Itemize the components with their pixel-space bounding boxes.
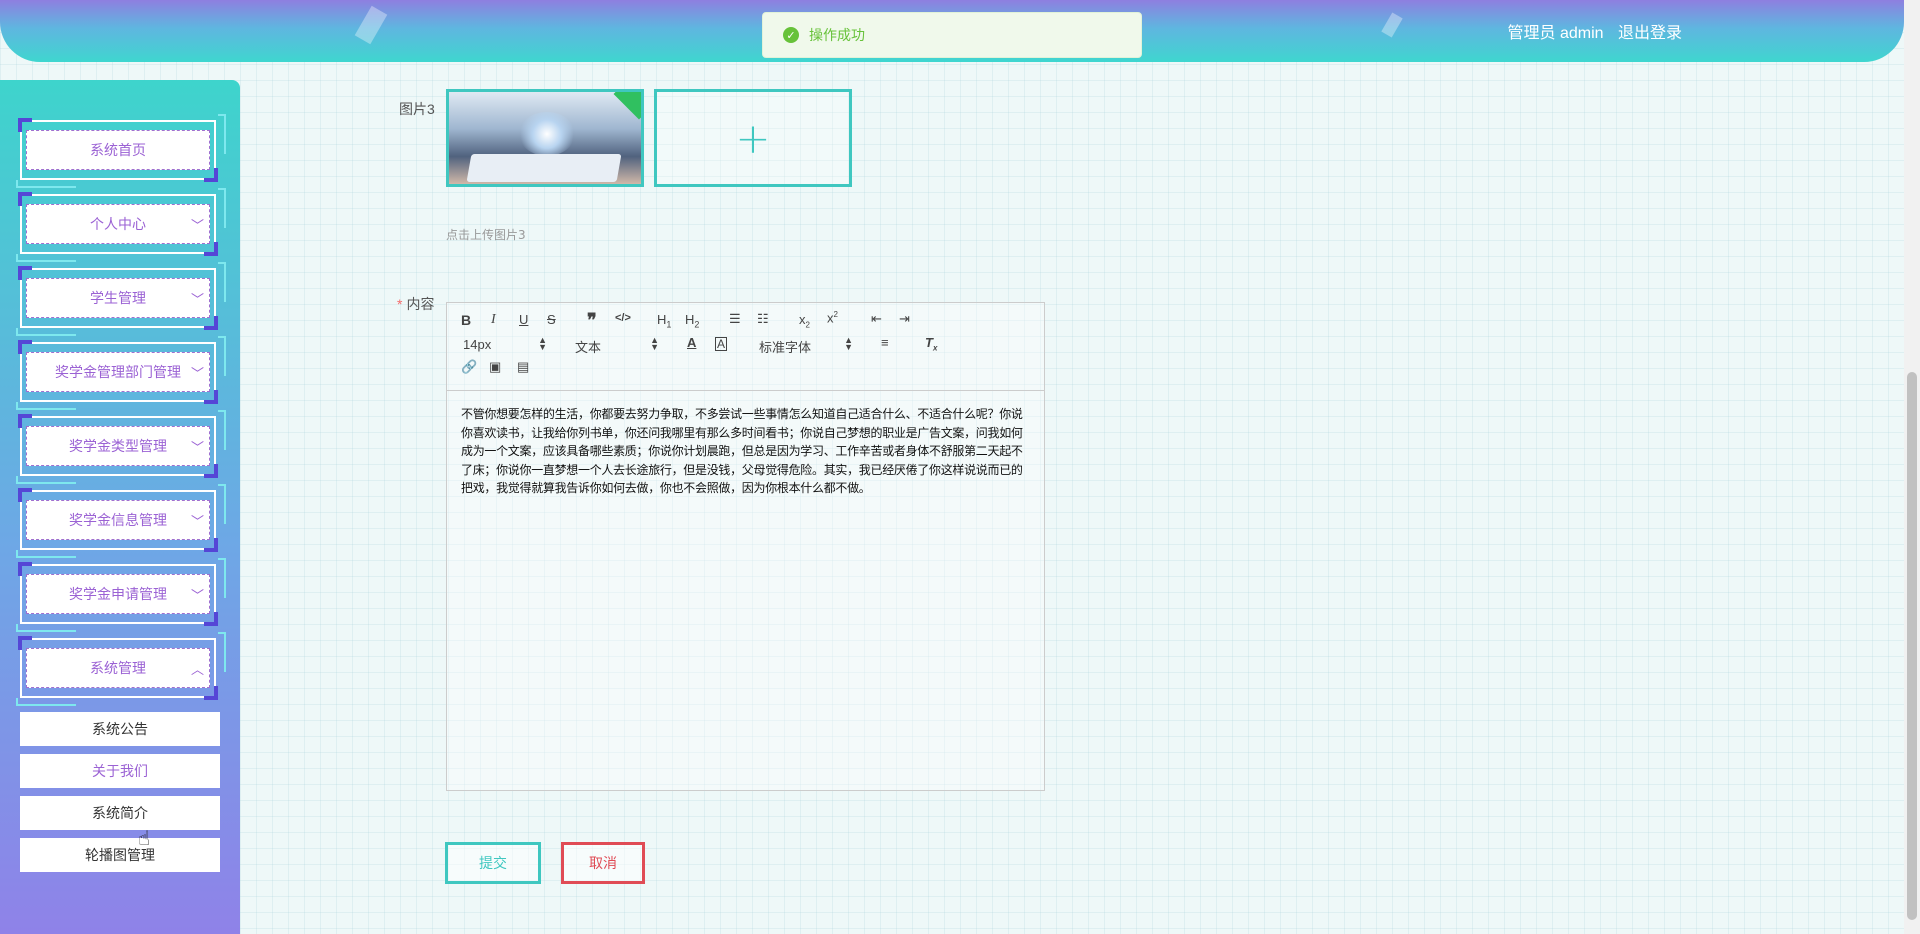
sidebar-item-label[interactable]: 系统首页 xyxy=(26,130,210,170)
superscript-icon[interactable]: x2 xyxy=(827,310,838,325)
cancel-button[interactable]: 取消 xyxy=(561,842,645,884)
italic-icon[interactable]: I xyxy=(491,312,496,328)
video-icon[interactable]: ▤ xyxy=(517,359,529,375)
page-scrollbar[interactable] xyxy=(1904,0,1920,934)
font-family-picker[interactable]: 标准字体 ▲ ▼ xyxy=(759,335,853,356)
header-type-picker[interactable]: 文本 ▲ ▼ xyxy=(575,335,659,356)
sidebar-item-label[interactable]: 奖学金类型管理 xyxy=(26,426,210,466)
sidebar-item-home[interactable]: 系统首页 xyxy=(16,114,226,188)
header-decoration xyxy=(1381,12,1403,38)
blockquote-icon[interactable]: ❞ xyxy=(587,310,597,331)
sidebar-item-label[interactable]: 学生管理 xyxy=(26,278,210,318)
font-family-value: 标准字体 xyxy=(759,340,812,355)
hand-cursor-icon: ☝ xyxy=(138,826,151,850)
link-icon[interactable]: 🔗 xyxy=(461,359,477,375)
bold-icon[interactable]: B xyxy=(461,312,471,328)
updown-arrow-icon: ▲ ▼ xyxy=(844,335,853,352)
chevron-down-icon: ﹀ xyxy=(190,589,204,604)
ordered-list-icon[interactable]: ☰ xyxy=(729,311,741,327)
upload-hint: 点击上传图片3 xyxy=(446,228,526,242)
check-circle-icon: ✓ xyxy=(783,27,799,43)
sidebar-item-label[interactable]: 个人中心 xyxy=(26,204,210,244)
updown-arrow-icon: ▲ ▼ xyxy=(650,335,659,352)
image-upload-button[interactable]: + xyxy=(654,89,852,187)
sub-item-system-intro[interactable]: 系统简介 xyxy=(20,796,220,830)
sidebar-item-label[interactable]: 系统管理 xyxy=(26,648,210,688)
sidebar-item-personal-center[interactable]: 个人中心 ﹀ xyxy=(16,188,226,262)
plus-icon: + xyxy=(735,113,771,163)
sub-item-carousel[interactable]: 轮播图管理 xyxy=(20,838,220,872)
required-mark: * xyxy=(397,296,403,312)
header-decoration xyxy=(354,5,388,45)
bullet-list-icon[interactable]: ☷ xyxy=(757,311,769,327)
user-area: 管理员 admin 退出登录 xyxy=(1498,19,1683,43)
outdent-icon[interactable]: ⇤ xyxy=(871,311,882,327)
sidebar-item-scholarship-apply[interactable]: 奖学金申请管理 ﹀ xyxy=(16,558,226,632)
sidebar-item-label[interactable]: 奖学金管理部门管理 xyxy=(26,352,210,392)
updown-arrow-icon: ▲ ▼ xyxy=(538,335,547,352)
sidebar-item-label[interactable]: 奖学金申请管理 xyxy=(26,574,210,614)
font-size-picker[interactable]: 14px ▲ ▼ xyxy=(463,335,547,353)
sidebar: 系统首页 个人中心 ﹀ 学生管理 ﹀ 奖学金管理部门管理 ﹀ 奖学金类型管理 ﹀… xyxy=(0,80,240,934)
editor-content[interactable]: 不管你想要怎样的生活，你都要去努力争取，不多尝试一些事情怎么知道自己适合什么、不… xyxy=(461,405,1033,498)
sidebar-item-scholarship-info[interactable]: 奖学金信息管理 ﹀ xyxy=(16,484,226,558)
editor-toolbar: B I U S ❞ </> H1 H2 ☰ ☷ x2 x2 ⇤ ⇥ 14px ▲… xyxy=(447,303,1044,391)
image-icon[interactable]: ▣ xyxy=(489,359,501,375)
chevron-down-icon: ﹀ xyxy=(190,367,204,382)
chevron-down-icon: ﹀ xyxy=(190,441,204,456)
chevron-up-icon: ︿ xyxy=(190,663,204,678)
strike-icon[interactable]: S xyxy=(547,312,556,327)
sidebar-item-scholarship-type[interactable]: 奖学金类型管理 ﹀ xyxy=(16,410,226,484)
font-color-icon[interactable]: A xyxy=(687,335,696,350)
background-color-icon[interactable]: A xyxy=(715,337,728,351)
h2-icon[interactable]: H2 xyxy=(685,312,699,330)
header-type-value: 文本 xyxy=(575,340,602,355)
underline-icon[interactable]: U xyxy=(519,312,528,327)
content-label: * 内容 xyxy=(397,296,435,312)
sidebar-item-department[interactable]: 奖学金管理部门管理 ﹀ xyxy=(16,336,226,410)
sub-item-announcement[interactable]: 系统公告 xyxy=(20,712,220,746)
success-toast: ✓ 操作成功 xyxy=(762,12,1142,58)
toast-message: 操作成功 xyxy=(809,28,865,44)
rich-text-editor[interactable]: B I U S ❞ </> H1 H2 ☰ ☷ x2 x2 ⇤ ⇥ 14px ▲… xyxy=(446,302,1045,791)
code-icon[interactable]: </> xyxy=(615,312,631,324)
sub-item-about-us[interactable]: 关于我们 xyxy=(20,754,220,788)
sidebar-item-system[interactable]: 系统管理 ︿ xyxy=(16,632,226,706)
h1-icon[interactable]: H1 xyxy=(657,312,671,330)
image3-label: 图片3 xyxy=(399,101,435,117)
user-label: 管理员 admin xyxy=(1507,25,1604,42)
indent-icon[interactable]: ⇥ xyxy=(899,311,910,327)
chevron-down-icon: ﹀ xyxy=(190,293,204,308)
chevron-down-icon: ﹀ xyxy=(190,219,204,234)
scrollbar-thumb[interactable] xyxy=(1907,372,1917,920)
submit-button[interactable]: 提交 xyxy=(445,842,541,884)
font-size-value: 14px xyxy=(463,337,492,352)
chevron-down-icon: ﹀ xyxy=(190,515,204,530)
logout-link[interactable]: 退出登录 xyxy=(1618,25,1682,42)
uploaded-image-thumbnail[interactable] xyxy=(446,89,644,187)
sidebar-item-student[interactable]: 学生管理 ﹀ xyxy=(16,262,226,336)
align-icon[interactable]: ≡ xyxy=(881,335,889,350)
clean-icon[interactable]: Tx xyxy=(925,335,937,353)
upload-success-badge xyxy=(613,92,641,120)
sidebar-item-label[interactable]: 奖学金信息管理 xyxy=(26,500,210,540)
subscript-icon[interactable]: x2 xyxy=(799,312,810,330)
